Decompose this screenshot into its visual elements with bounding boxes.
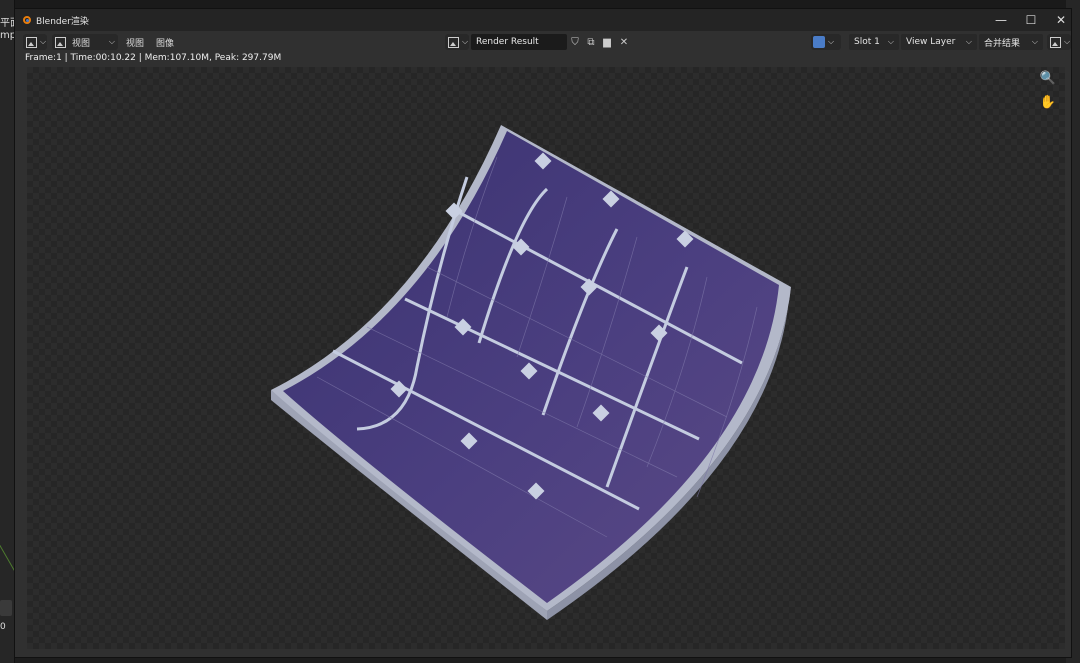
window-bottom-border bbox=[15, 649, 1071, 657]
chevron-down-icon: ⌵ bbox=[1031, 37, 1038, 46]
image-browse-button[interactable]: ⌵ bbox=[445, 34, 469, 50]
background-field-value: 0 bbox=[0, 622, 6, 632]
view-mode-dropdown[interactable]: 视图 ⌵ bbox=[52, 34, 118, 50]
gizmo-icon bbox=[813, 36, 825, 48]
new-image-icon[interactable]: ⧉ bbox=[584, 35, 598, 49]
chevron-down-icon: ⌵ bbox=[1064, 37, 1071, 46]
zoom-icon[interactable]: 🔍 bbox=[1039, 69, 1057, 87]
menu-image[interactable]: 图像 bbox=[156, 34, 174, 50]
chevron-down-icon: ⌵ bbox=[887, 37, 894, 46]
view-layer-label: View Layer bbox=[906, 37, 956, 47]
fake-user-shield-icon[interactable]: ⛉ bbox=[568, 35, 582, 49]
image-icon bbox=[448, 36, 459, 48]
slot-label: Slot 1 bbox=[854, 37, 880, 47]
render-pass-label: 合并结果 bbox=[984, 38, 1021, 49]
maximize-button[interactable]: ☐ bbox=[1015, 9, 1047, 31]
chevron-down-icon: ⌵ bbox=[108, 37, 115, 46]
close-button[interactable]: ✕ bbox=[1045, 9, 1077, 31]
render-pass-dropdown[interactable]: 合并结果 ⌵ bbox=[979, 34, 1043, 50]
chevron-down-icon: ⌵ bbox=[828, 37, 835, 46]
image-name-field[interactable]: Render Result bbox=[471, 34, 567, 50]
view-layer-dropdown[interactable]: View Layer ⌵ bbox=[901, 34, 977, 50]
chevron-down-icon: ⌵ bbox=[40, 37, 47, 46]
background-field[interactable] bbox=[0, 600, 12, 616]
open-folder-icon[interactable]: ▆ bbox=[600, 35, 614, 49]
menu-view[interactable]: 视图 bbox=[126, 34, 144, 50]
title-bar[interactable]: Blender渲染 — ☐ ✕ bbox=[15, 9, 1071, 31]
background-left-panel: 平面 mple 0 bbox=[0, 0, 18, 663]
gizmo-toggle-button[interactable]: ⌵ bbox=[811, 34, 841, 50]
render-window: Blender渲染 — ☐ ✕ ⌵ 视图 ⌵ 视图 图像 ⌵ Render Re… bbox=[14, 8, 1072, 658]
editor-type-selector[interactable]: ⌵ bbox=[23, 34, 47, 50]
render-image bbox=[271, 125, 791, 620]
minimize-button[interactable]: — bbox=[985, 9, 1017, 31]
render-stats: Frame:1 | Time:00:10.22 | Mem:107.10M, P… bbox=[25, 53, 282, 63]
window-title: Blender渲染 bbox=[36, 16, 89, 27]
render-viewport[interactable]: 🔍 ✋ bbox=[27, 67, 1065, 651]
view-mode-label: 视图 bbox=[72, 38, 91, 49]
image-editor-header: ⌵ 视图 ⌵ 视图 图像 ⌵ Render Result ⛉ ⧉ ▆ ✕ ⌵ S… bbox=[15, 31, 1071, 53]
background-text-fragment: mple bbox=[0, 30, 14, 41]
chevron-down-icon: ⌵ bbox=[965, 37, 972, 46]
display-channels-button[interactable]: ⌵ bbox=[1047, 34, 1071, 50]
background-text-fragment: 平面 bbox=[0, 18, 14, 29]
blender-logo-icon bbox=[21, 14, 33, 26]
unlink-close-icon[interactable]: ✕ bbox=[617, 35, 631, 49]
image-icon bbox=[55, 36, 66, 48]
image-editor-icon bbox=[26, 36, 37, 48]
slot-dropdown[interactable]: Slot 1 ⌵ bbox=[849, 34, 899, 50]
pan-hand-icon[interactable]: ✋ bbox=[1039, 93, 1057, 111]
display-channels-icon bbox=[1050, 36, 1061, 48]
chevron-down-icon: ⌵ bbox=[462, 37, 469, 46]
